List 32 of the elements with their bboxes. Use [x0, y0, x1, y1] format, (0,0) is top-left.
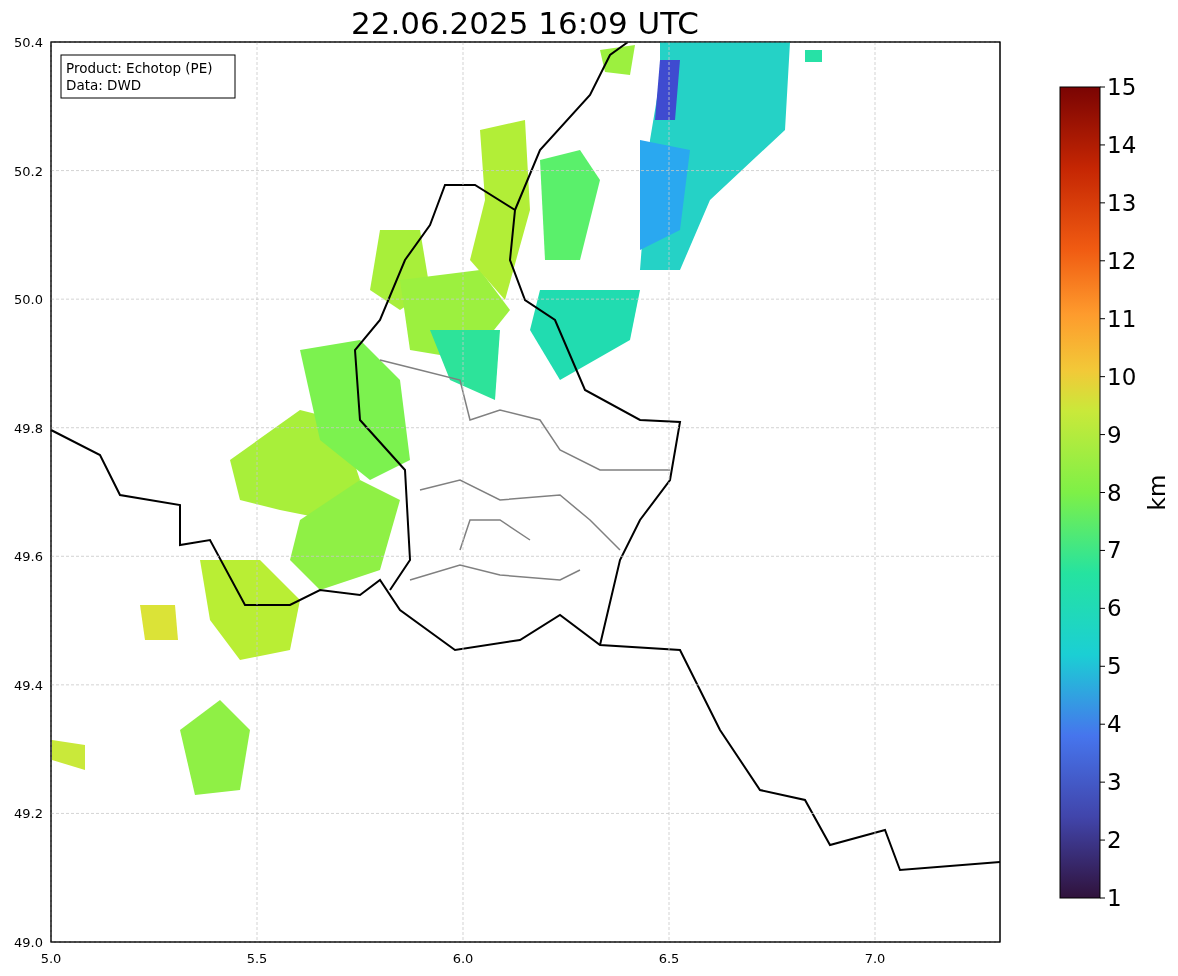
x-tick-label: 7.0	[864, 951, 886, 966]
colorbar-tick-label: 9	[1107, 421, 1122, 448]
colorbar-tick-label: 3	[1107, 769, 1122, 796]
colorbar-tick-label: 10	[1107, 363, 1137, 390]
x-tick-label: 5.0	[40, 951, 62, 966]
y-tick-label: 49.4	[14, 677, 43, 693]
y-tick-label: 50.0	[14, 292, 43, 308]
figure-title: 22.06.2025 16:09 UTC	[351, 5, 699, 41]
colorbar-tick-label: 8	[1107, 479, 1122, 506]
colorbar-tick-label: 4	[1107, 711, 1122, 738]
y-tick-label: 50.2	[14, 163, 43, 179]
legend-text: Product: Echotop (PE)	[66, 60, 213, 76]
colorbar-tick-label: 1	[1107, 885, 1122, 911]
colorbar-tick-label: 2	[1107, 827, 1122, 854]
colorbar-label: km	[1144, 474, 1170, 511]
y-tick-label: 49.2	[14, 806, 43, 822]
colorbar-tick-label: 14	[1107, 131, 1137, 158]
y-tick-label: 50.4	[14, 35, 43, 50]
colorbar-tick-label: 13	[1107, 189, 1137, 216]
y-tick-label: 49.6	[14, 549, 43, 565]
colorbar-tick-label: 6	[1107, 595, 1122, 622]
colorbar-tick-label: 11	[1107, 305, 1137, 332]
colorbar-tick-label: 15	[1107, 74, 1137, 100]
x-tick-label: 6.5	[658, 951, 680, 966]
x-tick-label: 6.0	[452, 951, 474, 966]
y-tick-label: 49.8	[14, 420, 43, 436]
legend-text: Data: DWD	[66, 77, 142, 93]
y-tick-label: 49.0	[14, 935, 43, 950]
colorbar-tick-label: 12	[1107, 247, 1137, 274]
x-tick-label: 5.5	[246, 951, 268, 966]
colorbar-tick-label: 5	[1107, 653, 1122, 680]
colorbar-tick-label: 7	[1107, 537, 1122, 564]
